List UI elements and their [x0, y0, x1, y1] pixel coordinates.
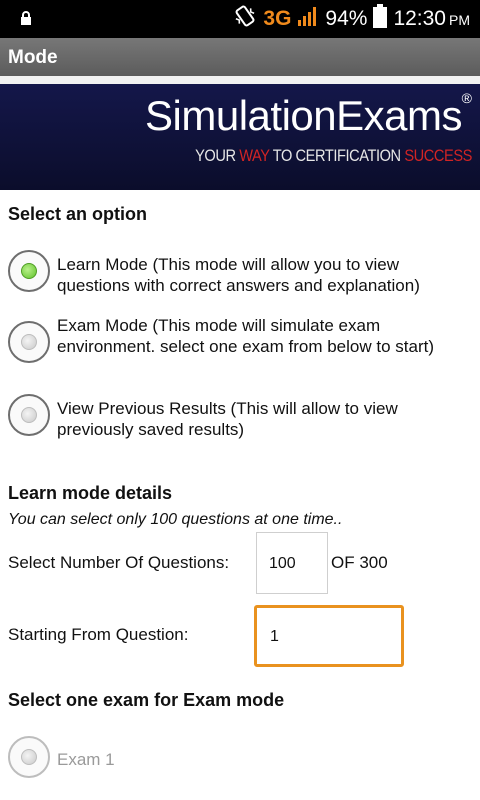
radio-unchecked-icon — [21, 749, 37, 765]
exam-1-radio[interactable] — [8, 736, 50, 778]
exam-select-heading: Select one exam for Exam mode — [8, 690, 285, 710]
exam-mode-radio[interactable] — [8, 321, 50, 363]
status-bar: 3G 94% 12:30 PM — [0, 0, 480, 38]
exam-1-label[interactable]: Exam 1 — [57, 750, 115, 770]
num-questions-input[interactable]: 100 — [256, 532, 328, 594]
select-option-heading: Select an option — [8, 204, 148, 224]
learn-mode-radio[interactable] — [8, 250, 50, 292]
status-bar-right: 3G 94% 12:30 PM — [233, 0, 470, 38]
view-results-label[interactable]: View Previous Results (This will allow t… — [57, 398, 472, 440]
start-question-input[interactable]: 1 — [254, 605, 404, 667]
battery-percent: 94% — [325, 7, 368, 30]
divider — [0, 76, 480, 84]
question-limit-note: You can select only 100 questions at one… — [8, 511, 343, 528]
learn-details-heading: Learn mode details — [8, 483, 173, 503]
view-results-radio[interactable] — [8, 394, 50, 436]
total-questions: OF 300 — [331, 553, 388, 572]
brand-logo: SimulationExams — [145, 92, 462, 139]
start-question-label: Starting From Question: — [8, 625, 189, 644]
signal-icon — [297, 5, 319, 33]
radio-unchecked-icon — [21, 407, 37, 423]
clock: 12:30 PM — [393, 7, 470, 30]
radio-unchecked-icon — [21, 334, 37, 350]
registered-mark: ® — [461, 90, 472, 106]
learn-mode-label[interactable]: Learn Mode (This mode will allow you to … — [57, 254, 472, 296]
battery-icon — [373, 4, 388, 34]
num-questions-label: Select Number Of Questions: — [8, 553, 230, 572]
lock-icon — [20, 11, 32, 31]
radio-checked-icon — [21, 263, 37, 279]
network-type: 3G — [263, 7, 292, 30]
tagline: YOUR WAY TO CERTIFICATION SUCCESS — [195, 146, 472, 165]
screen-title: Mode — [8, 47, 58, 68]
brand-banner: SimulationExams ® YOUR WAY TO CERTIFICAT… — [0, 84, 480, 190]
exam-mode-label[interactable]: Exam Mode (This mode will simulate exam … — [57, 315, 472, 357]
vibrate-icon — [233, 4, 257, 34]
action-bar: Mode — [0, 38, 480, 76]
